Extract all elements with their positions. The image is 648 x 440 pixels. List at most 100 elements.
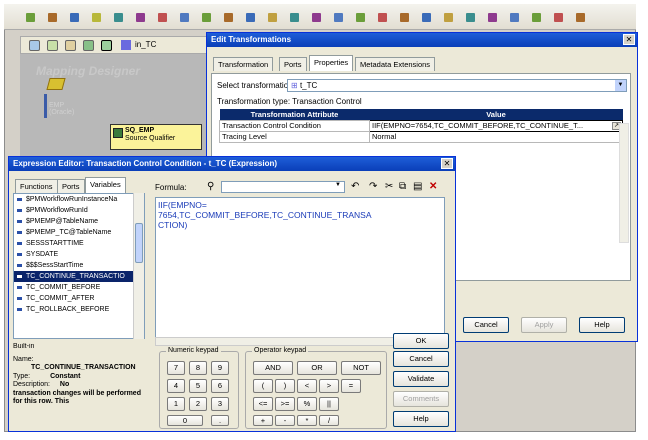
list-item[interactable]: SYSDATE <box>14 249 144 260</box>
list-item[interactable]: TC_ROLLBACK_BEFORE <box>14 304 144 315</box>
key-9[interactable]: 9 <box>211 361 229 375</box>
table-row[interactable]: Tracing Level Normal <box>219 130 623 143</box>
toolbar-icon[interactable] <box>312 13 321 22</box>
key-5[interactable]: 5 <box>189 379 207 393</box>
find-input[interactable] <box>221 181 345 193</box>
redo-icon[interactable]: ↷ <box>369 181 377 192</box>
toolbar-icon[interactable] <box>114 13 123 22</box>
close-icon[interactable]: ✕ <box>623 34 635 45</box>
cancel-button[interactable]: Cancel <box>463 317 509 333</box>
key-and[interactable]: AND <box>253 361 293 375</box>
help-button[interactable]: Help <box>393 411 449 427</box>
list-item[interactable]: TC_COMMIT_BEFORE <box>14 282 144 293</box>
delete-icon[interactable]: ✕ <box>429 181 437 192</box>
list-item[interactable]: $$$SessStartTime <box>14 260 144 271</box>
list-item[interactable]: $PMEMP@TableName <box>14 216 144 227</box>
key-4[interactable]: 4 <box>167 379 185 393</box>
tab-ports[interactable]: Ports <box>279 57 307 71</box>
toolbar-icon[interactable] <box>334 13 343 22</box>
key-greater-than[interactable]: > <box>319 379 339 393</box>
cut-icon[interactable]: ✂ <box>385 181 393 192</box>
toolbar-icon[interactable] <box>29 40 40 51</box>
toolbar-icon[interactable] <box>378 13 387 22</box>
toolbar-icon[interactable] <box>47 40 58 51</box>
tab-properties[interactable]: Properties <box>309 55 354 71</box>
chevron-down-icon[interactable]: ▼ <box>335 182 341 188</box>
close-icon[interactable]: ✕ <box>441 158 453 169</box>
key-2[interactable]: 2 <box>189 397 207 411</box>
source-qualifier[interactable]: SQ_EMP Source Qualifier <box>110 124 202 150</box>
key-minus[interactable]: - <box>275 415 295 426</box>
key-or[interactable]: OR <box>297 361 337 375</box>
toolbar-icon[interactable] <box>180 13 189 22</box>
toolbar-icon[interactable] <box>83 40 94 51</box>
list-item[interactable]: $PMWorkflowRunInstanceNa <box>14 194 144 205</box>
key-concat[interactable]: || <box>319 397 339 411</box>
ok-button[interactable]: OK <box>393 333 449 349</box>
list-item[interactable]: $PMEMP_TC@TableName <box>14 227 144 238</box>
toolbar-icon[interactable] <box>488 13 497 22</box>
binoculars-icon[interactable]: ⚲ <box>207 181 214 192</box>
key-not[interactable]: NOT <box>341 361 381 375</box>
toolbar-icon[interactable] <box>224 13 233 22</box>
key-plus[interactable]: + <box>253 415 273 426</box>
key-open-paren[interactable]: ( <box>253 379 273 393</box>
key-modulo[interactable]: % <box>297 397 317 411</box>
tab-variables[interactable]: Variables <box>85 177 126 193</box>
list-item[interactable]: TC_COMMIT_AFTER <box>14 293 144 304</box>
toolbar-icon[interactable] <box>290 13 299 22</box>
tab-ports[interactable]: Ports <box>57 179 85 193</box>
key-3[interactable]: 3 <box>211 397 229 411</box>
key-less-equal[interactable]: <= <box>253 397 273 411</box>
toolbar-icon[interactable] <box>444 13 453 22</box>
list-item[interactable]: SESSSTARTTIME <box>14 238 144 249</box>
key-multiply[interactable]: * <box>297 415 317 426</box>
key-decimal[interactable]: . <box>211 415 229 426</box>
tab-metadata-extensions[interactable]: Metadata Extensions <box>355 57 436 71</box>
toolbar-icon[interactable] <box>158 13 167 22</box>
toolbar-icon[interactable] <box>576 13 585 22</box>
toolbar-icon[interactable] <box>70 13 79 22</box>
toolbar-icon[interactable] <box>136 13 145 22</box>
toolbar-icon[interactable] <box>356 13 365 22</box>
toolbar-icon[interactable] <box>65 40 76 51</box>
source-definition[interactable]: EMP (Oracle) <box>44 94 80 118</box>
paste-icon[interactable]: ▤ <box>413 181 422 192</box>
variables-scrollbar[interactable] <box>133 193 144 339</box>
key-close-paren[interactable]: ) <box>275 379 295 393</box>
toolbar-icon[interactable] <box>532 13 541 22</box>
list-item-selected[interactable]: TC_CONTINUE_TRANSACTIO <box>14 271 144 282</box>
transformation-select[interactable]: ⊞ t_TC ▼ <box>287 79 627 92</box>
toolbar-icon[interactable] <box>48 13 57 22</box>
key-7[interactable]: 7 <box>167 361 185 375</box>
toolbar-icon[interactable] <box>510 13 519 22</box>
toolbar-tab-label[interactable]: in_TC <box>135 40 156 49</box>
value-cell[interactable]: Normal <box>369 130 623 143</box>
chevron-down-icon[interactable]: ▼ <box>615 80 626 91</box>
value-cell[interactable]: IIF(EMPNO=7654,TC_COMMIT_BEFORE,TC_CONTI… <box>369 119 623 132</box>
toolbar-icon[interactable] <box>466 13 475 22</box>
toolbar-icon[interactable] <box>26 13 35 22</box>
formula-editor[interactable]: IIF(EMPNO= 7654,TC_COMMIT_BEFORE,TC_CONT… <box>155 197 445 341</box>
help-button[interactable]: Help <box>579 317 625 333</box>
toolbar-icon[interactable] <box>92 13 101 22</box>
key-6[interactable]: 6 <box>211 379 229 393</box>
validate-button[interactable]: Validate <box>393 371 449 387</box>
toolbar-icon[interactable] <box>202 13 211 22</box>
cancel-button[interactable]: Cancel <box>393 351 449 367</box>
list-item[interactable]: $PMWorkflowRunId <box>14 205 144 216</box>
toolbar-icon[interactable] <box>246 13 255 22</box>
toolbar-icon[interactable] <box>422 13 431 22</box>
key-1[interactable]: 1 <box>167 397 185 411</box>
toolbar-icon[interactable] <box>554 13 563 22</box>
tab-transformation[interactable]: Transformation <box>213 57 274 71</box>
grid-scrollbar[interactable] <box>619 123 629 243</box>
key-8[interactable]: 8 <box>189 361 207 375</box>
undo-icon[interactable]: ↶ <box>351 181 359 192</box>
copy-icon[interactable]: ⧉ <box>399 181 406 192</box>
toolbar-icon[interactable] <box>268 13 277 22</box>
key-0[interactable]: 0 <box>167 415 203 426</box>
toolbar-icon[interactable] <box>400 13 409 22</box>
table-row[interactable]: Transaction Control Condition IIF(EMPNO=… <box>219 119 623 132</box>
toolbar-icon[interactable] <box>101 40 112 51</box>
